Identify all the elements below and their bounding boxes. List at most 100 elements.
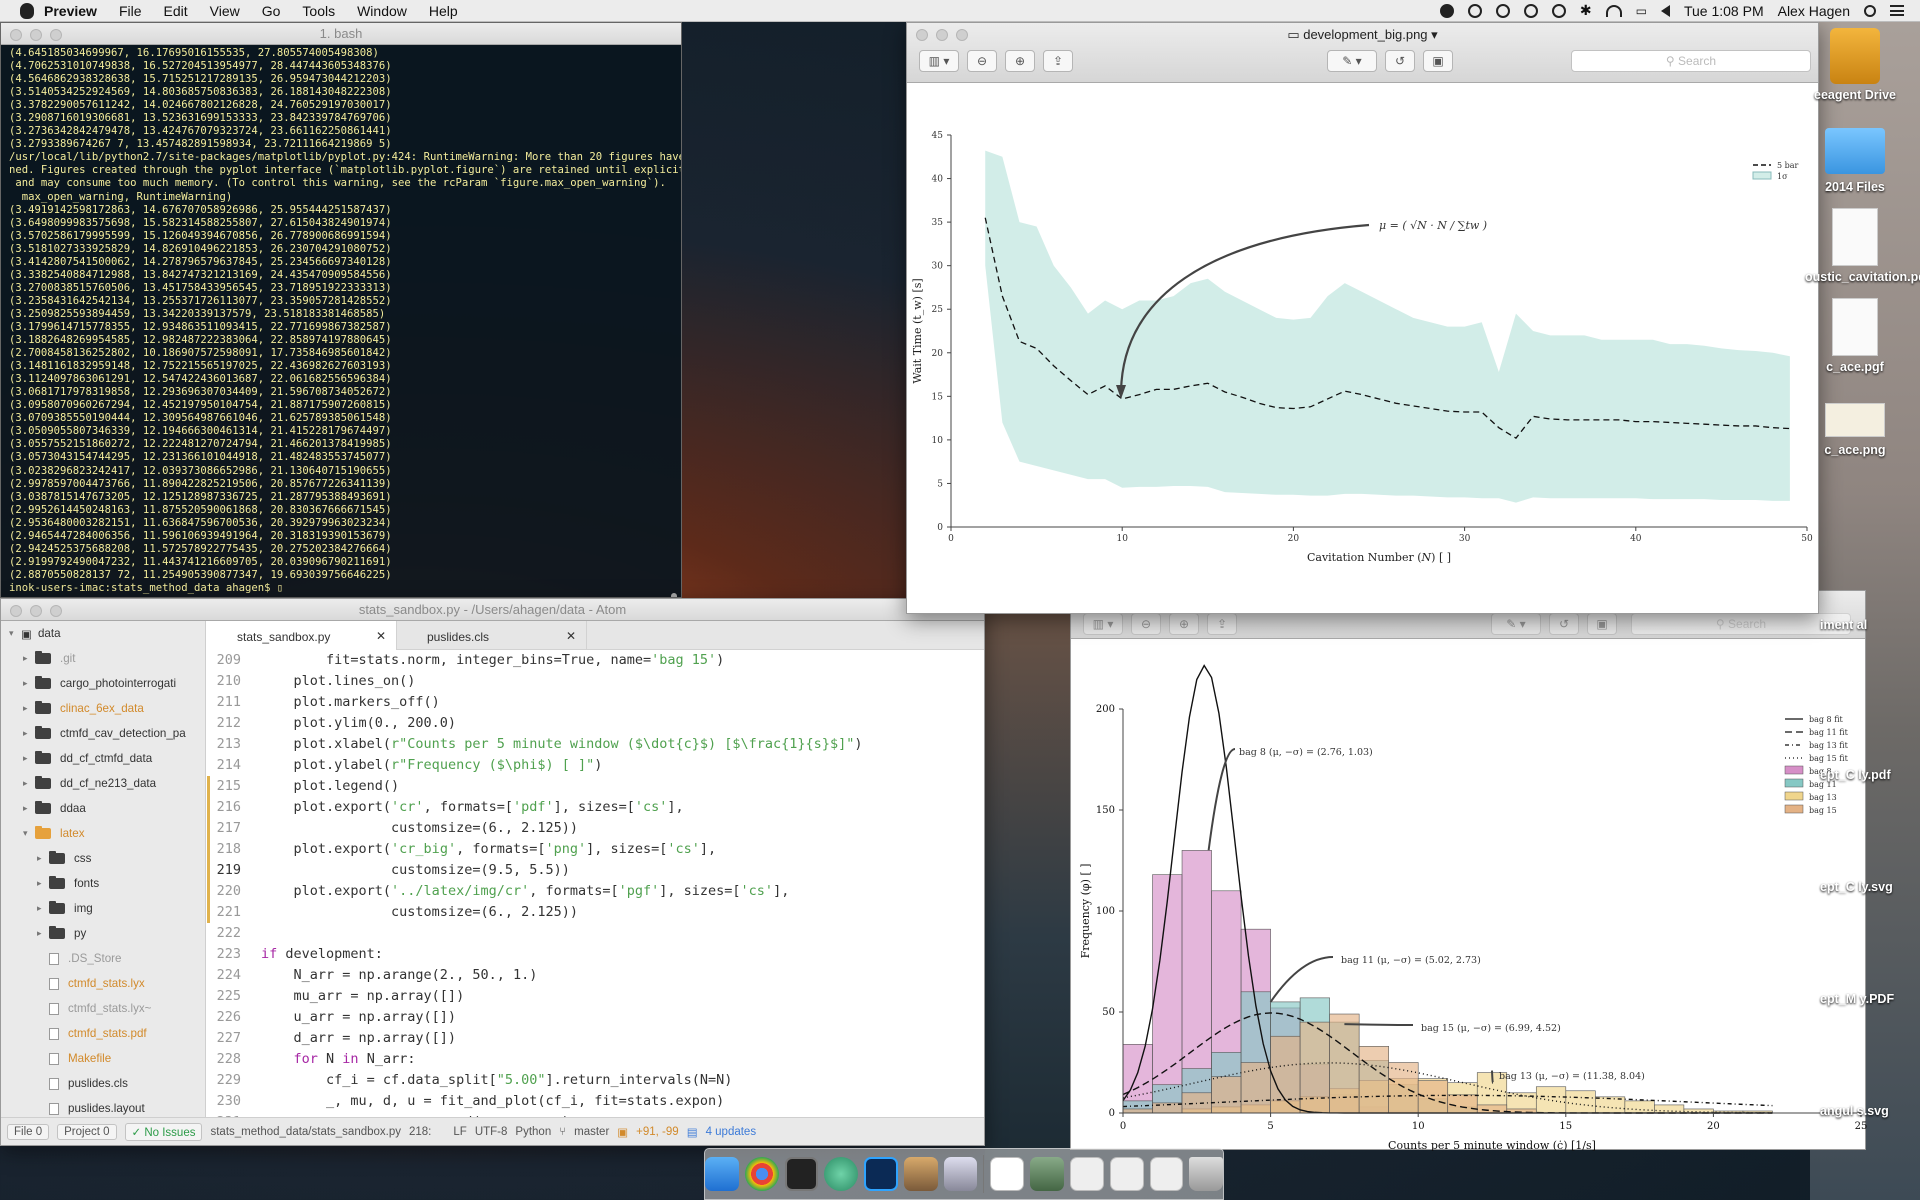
desktop-icon[interactable]: eeagent Drive [1805,28,1905,102]
atom-titlebar[interactable]: stats_sandbox.py - /Users/ahagen/data - … [1,599,984,621]
tree-folder[interactable]: ▸ fonts [1,871,205,896]
gimp-icon[interactable] [903,1157,938,1191]
notification-center-icon[interactable] [1890,5,1904,16]
code-line[interactable]: 227 d_arr = np.array([]) [207,1028,984,1049]
toolbox-button[interactable]: ▣ [1423,50,1453,72]
desktop-icon[interactable]: angul s.svg [1820,1104,1920,1118]
code-line[interactable]: 228 for N in N_arr: [207,1049,984,1070]
status-clock-icon[interactable] [1523,3,1538,18]
desktop-icon[interactable]: ept_C ly.svg [1820,880,1920,894]
code-line[interactable]: 222 [207,923,984,944]
encoding[interactable]: UTF-8 [475,1126,508,1138]
preview-window-histogram[interactable]: ▥ ▾ ⊖ ⊕ ⇪ ✎ ▾ ↺ ▣ ⚲ Search 0 5 10 15 20 25 0 50… [1070,590,1867,1152]
code-line[interactable]: 226 u_arr = np.array([]) [207,1007,984,1028]
code-line[interactable]: 210 plot.lines_on() [207,671,984,692]
project-count[interactable]: Project 0 [57,1123,117,1140]
desktop-icon[interactable]: c_ace.pgf [1805,298,1905,374]
menu-go[interactable]: Go [262,3,281,19]
tree-folder[interactable]: ▸ py [1,921,205,946]
file-count[interactable]: File 0 [7,1123,50,1140]
tree-folder[interactable]: ▸ img [1,896,205,921]
tree-folder[interactable]: ▸ clinac_6ex_data [1,696,205,721]
menu-window[interactable]: Window [357,3,407,19]
tree-folder[interactable]: ▸ css [1,846,205,871]
document-icon[interactable] [1069,1157,1104,1191]
grammar[interactable]: Python [515,1126,551,1138]
desktop-icon[interactable]: 2014 Files [1805,118,1905,194]
code-line[interactable]: 215 plot.legend() [207,776,984,797]
minimize-button[interactable] [30,605,42,617]
menu-edit[interactable]: Edit [164,3,188,19]
document-icon[interactable] [990,1157,1025,1191]
desktop-icon[interactable]: c_ace.png [1805,395,1905,457]
mail-icon[interactable] [943,1157,978,1191]
clock[interactable]: Tue 1:08 PM [1684,3,1764,19]
code-line[interactable]: 225 mu_arr = np.array([]) [207,986,984,1007]
search-field[interactable]: ⚲ Search [1571,50,1811,72]
code-area[interactable]: 209 fit=stats.norm, integer_bins=True, n… [207,650,984,1117]
minimize-button[interactable] [30,29,42,41]
code-line[interactable]: 209 fit=stats.norm, integer_bins=True, n… [207,650,984,671]
zoom-out-button[interactable]: ⊖ [1131,613,1161,635]
user-name[interactable]: Alex Hagen [1778,3,1850,19]
tree-folder[interactable]: ▸ .git [1,646,205,671]
airplay-icon[interactable]: ▭ [1636,4,1647,18]
zoom-button[interactable] [50,605,62,617]
tree-folder[interactable]: ▾ latex [1,821,205,846]
share-button[interactable]: ⇪ [1207,613,1237,635]
tree-folder[interactable]: ▸ dd_cf_ne213_data [1,771,205,796]
document-icon[interactable] [1149,1157,1184,1191]
bluetooth-icon[interactable]: ✱ [1580,2,1592,19]
cursor-position[interactable]: 218: [409,1126,431,1138]
spotlight-icon[interactable] [1864,4,1876,17]
tree-file[interactable]: puslides.layout [1,1096,205,1117]
desktop-icon[interactable]: iment al [1820,618,1920,632]
tree-folder[interactable]: ▸ ddaa [1,796,205,821]
desktop-icon[interactable]: ept_C ly.pdf [1820,768,1920,782]
status-sync-icon[interactable] [1467,3,1482,18]
photoshop-icon[interactable] [864,1157,898,1191]
package-updates[interactable]: 4 updates [706,1126,757,1138]
tab-puslides[interactable]: puslides.cls ✕ [397,621,587,650]
menu-view[interactable]: View [210,3,240,19]
code-line[interactable]: 217 customsize=(6., 2.125)) [207,818,984,839]
code-line[interactable]: 219 customsize=(9.5, 5.5)) [207,860,984,881]
trash-icon[interactable] [1189,1157,1224,1191]
status-cloud-icon[interactable] [1495,3,1510,18]
git-diff[interactable]: +91, -99 [636,1126,679,1138]
tree-file[interactable]: puslides.cls [1,1071,205,1096]
zoom-out-button[interactable]: ⊖ [967,50,997,72]
sidebar-button[interactable]: ▥ ▾ [1083,613,1123,635]
line-ending[interactable]: LF [453,1126,466,1138]
document-icon[interactable] [1109,1157,1144,1191]
wifi-icon[interactable] [1605,4,1622,17]
code-line[interactable]: 218 plot.export('cr_big', formats=['png'… [207,839,984,860]
zoom-in-button[interactable]: ⊕ [1005,50,1035,72]
terminal-titlebar[interactable]: 1. bash [1,23,681,45]
search-field[interactable]: ⚲ Search [1631,613,1851,635]
share-button[interactable]: ⇪ [1043,50,1073,72]
code-line[interactable]: 224 N_arr = np.arange(2., 50., 1.) [207,965,984,986]
markup-button[interactable]: ✎ ▾ [1327,50,1377,72]
zoom-in-button[interactable]: ⊕ [1169,613,1199,635]
tree-file[interactable]: ctmfd_stats.lyx~ [1,996,205,1021]
toolbox-button[interactable]: ▣ [1587,613,1617,635]
tree-file[interactable]: .DS_Store [1,946,205,971]
desktop-icon[interactable]: oustic_cavitation.pdf [1805,208,1920,284]
atom-icon[interactable] [824,1157,859,1191]
zoom-button[interactable] [50,29,62,41]
code-line[interactable]: 230 _, mu, d, u = fit_and_plot(cf_i, fit… [207,1091,984,1112]
apple-menu-icon[interactable] [20,2,34,19]
close-button[interactable] [10,605,22,617]
code-line[interactable]: 216 plot.export('cr', formats=['pdf'], s… [207,797,984,818]
editor-pane[interactable]: stats_sandbox.py ✕ puslides.cls ✕ 209 fi… [207,621,984,1117]
desktop-icon[interactable]: ept_M y.PDF [1820,992,1920,1006]
file-tree[interactable]: ▾ ▣ data ▸ .git ▸ cargo_photointerrogati ▸ clin… [1,621,206,1117]
status-app-icon[interactable] [1439,3,1454,18]
close-tab-icon[interactable]: ✕ [376,629,386,643]
close-button[interactable] [10,29,22,41]
rotate-button[interactable]: ↺ [1549,613,1579,635]
close-tab-icon[interactable]: ✕ [566,629,576,643]
time-machine-icon[interactable] [1551,3,1566,18]
markup-button[interactable]: ✎ ▾ [1491,613,1541,635]
